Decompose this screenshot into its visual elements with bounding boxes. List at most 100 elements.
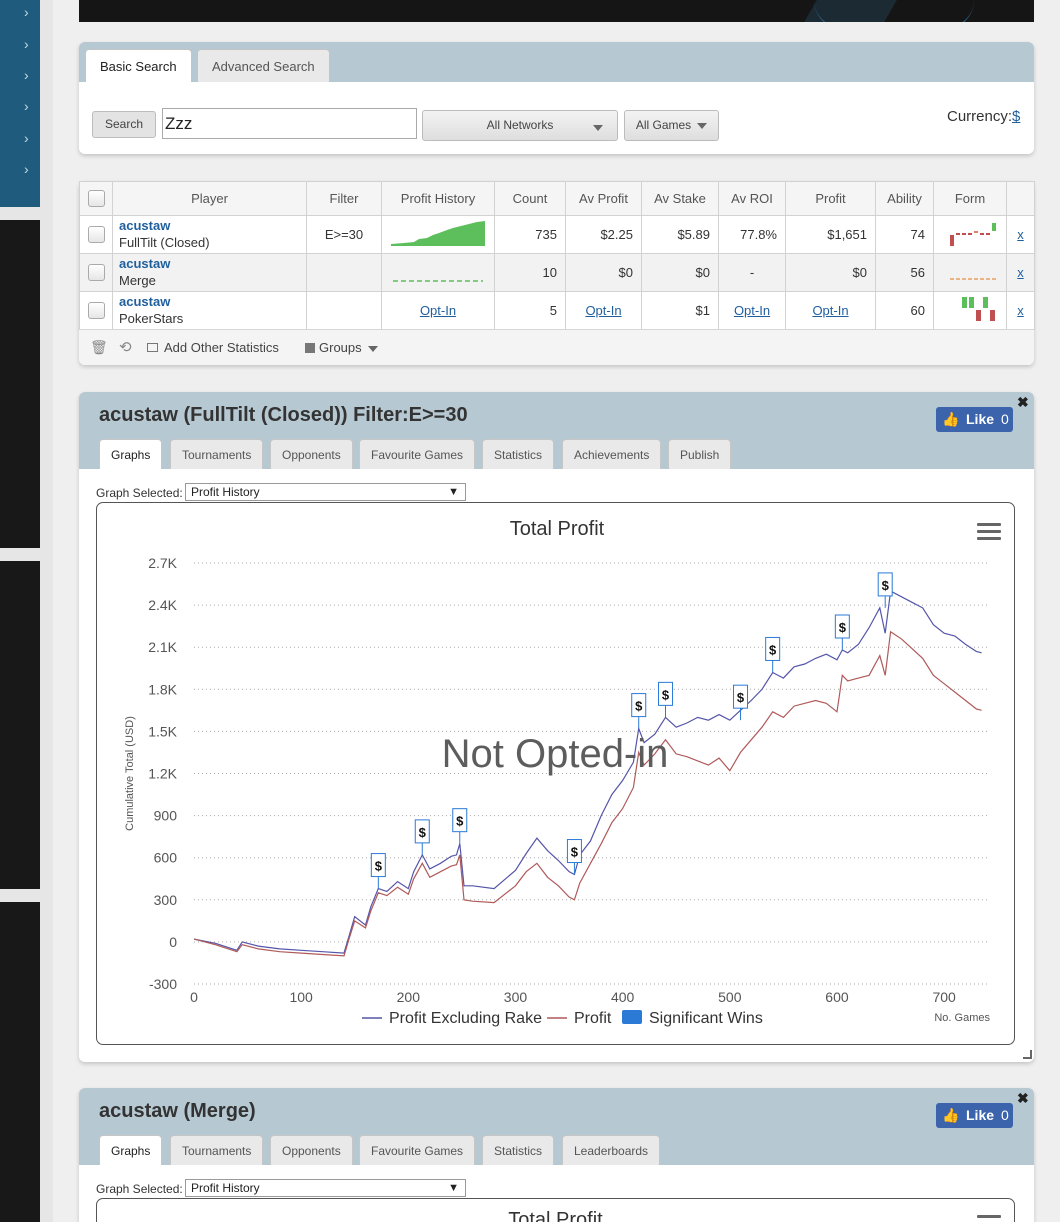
search-input[interactable]: Zzz	[162, 108, 417, 139]
col-av-roi[interactable]: Av ROI	[718, 181, 786, 216]
chevron-right-icon[interactable]: ›	[24, 98, 29, 114]
close-icon[interactable]: ✖	[1017, 1090, 1029, 1107]
av-roi-value: -	[718, 253, 786, 292]
close-icon[interactable]: ✖	[1017, 394, 1029, 411]
remove-row-link[interactable]: x	[1017, 227, 1024, 242]
col-filter[interactable]: Filter	[306, 181, 382, 216]
hamburger-menu-icon[interactable]	[977, 1215, 1001, 1222]
graph-select[interactable]: Profit History ▼	[185, 1179, 466, 1197]
tab-opponents[interactable]: Opponents	[270, 1135, 353, 1165]
col-count[interactable]: Count	[494, 181, 566, 216]
y-tick-label: 300	[154, 892, 178, 908]
chevron-right-icon[interactable]: ›	[24, 4, 29, 20]
tab-statistics[interactable]: Statistics	[482, 439, 555, 469]
opt-in-link[interactable]: Opt-In	[585, 303, 621, 318]
add-other-statistics-button[interactable]: Add Other Statistics	[147, 340, 279, 355]
col-form[interactable]: Form	[933, 181, 1007, 216]
groups-label: Groups	[319, 340, 362, 355]
networks-dropdown[interactable]: All Networks	[422, 110, 618, 141]
side-nav: › › › › › ›	[0, 0, 40, 207]
chevron-right-icon[interactable]: ›	[24, 36, 29, 52]
x-tick-label: 600	[825, 989, 849, 1005]
chevron-right-icon[interactable]: ›	[24, 161, 29, 177]
table-row: acustaw Merge 10 $0 $0 - $0 56 x	[79, 253, 1035, 292]
opt-in-link[interactable]: Opt-In	[420, 303, 456, 318]
tab-favourite-games[interactable]: Favourite Games	[359, 1135, 476, 1165]
tab-graphs[interactable]: Graphs	[99, 439, 163, 469]
tab-publish[interactable]: Publish	[668, 439, 732, 469]
like-label: Like	[966, 411, 995, 427]
currency-link[interactable]: $	[1012, 108, 1020, 125]
row-checkbox[interactable]	[87, 226, 105, 243]
x-tick-label: 400	[611, 989, 635, 1005]
facebook-like-button[interactable]: 👍 Like 0	[936, 1103, 1013, 1128]
profit-value: $1,651	[785, 215, 876, 254]
tab-tournaments[interactable]: Tournaments	[170, 1135, 264, 1165]
filter-value	[306, 253, 382, 292]
col-av-profit[interactable]: Av Profit	[565, 181, 642, 216]
stats-table-panel: Player Filter Profit History Count Av Pr…	[79, 181, 1035, 365]
remove-row-link[interactable]: x	[1017, 303, 1024, 318]
av-profit-value: $2.25	[565, 215, 642, 254]
stats-table: Player Filter Profit History Count Av Pr…	[79, 181, 1035, 330]
row-checkbox[interactable]	[87, 302, 105, 319]
y-tick-label: 2.4K	[148, 597, 177, 613]
remove-row-link[interactable]: x	[1017, 265, 1024, 280]
x-axis-label: No. Games	[934, 1012, 990, 1024]
graph-select[interactable]: Profit History ▼	[185, 483, 466, 501]
side-ad-block	[0, 561, 40, 889]
currency-label: Currency:	[947, 108, 1013, 125]
select-all-checkbox[interactable]	[87, 190, 105, 207]
opt-in-link[interactable]: Opt-In	[812, 303, 848, 318]
win-flag-label: $	[662, 687, 670, 702]
x-tick-label: 700	[932, 989, 956, 1005]
col-profit[interactable]: Profit	[785, 181, 876, 216]
profit-sparkline	[393, 280, 483, 282]
tab-statistics[interactable]: Statistics	[482, 1135, 555, 1165]
tab-opponents[interactable]: Opponents	[270, 439, 353, 469]
filter-value: E>=30	[306, 215, 382, 254]
like-count: 0	[1001, 1107, 1009, 1123]
trash-icon[interactable]: 🗑	[90, 339, 108, 356]
y-tick-label: 0	[169, 934, 177, 950]
chevron-right-icon[interactable]: ›	[24, 130, 29, 146]
tab-basic-search[interactable]: Basic Search	[85, 49, 192, 82]
legend-item: Profit Excluding Rake	[389, 1010, 542, 1027]
x-tick-label: 0	[190, 989, 198, 1005]
row-checkbox[interactable]	[87, 264, 105, 281]
av-stake-value: $0	[641, 253, 719, 292]
chevron-right-icon[interactable]: ›	[24, 67, 29, 83]
col-player[interactable]: Player	[112, 181, 307, 216]
refresh-icon[interactable]: ⟲	[119, 338, 132, 356]
av-roi-value: 77.8%	[718, 215, 786, 254]
tab-leaderboards[interactable]: Leaderboards	[562, 1135, 661, 1165]
tab-graphs[interactable]: Graphs	[99, 1135, 163, 1165]
form-chart	[950, 278, 996, 280]
tab-favourite-games[interactable]: Favourite Games	[359, 439, 476, 469]
games-dropdown[interactable]: All Games	[624, 110, 719, 141]
currency-selector: Currency:$	[947, 108, 1020, 125]
count-value: 5	[494, 291, 566, 330]
facebook-like-button[interactable]: 👍 Like 0	[936, 407, 1013, 432]
search-button[interactable]: Search	[92, 111, 156, 138]
y-axis-label: Cumulative Total (USD)	[124, 716, 136, 831]
col-profit-history[interactable]: Profit History	[381, 181, 495, 216]
tab-tournaments[interactable]: Tournaments	[170, 439, 264, 469]
player-name-link[interactable]: acustaw	[119, 256, 306, 272]
groups-dropdown[interactable]: Groups	[305, 340, 378, 355]
tab-achievements[interactable]: Achievements	[562, 439, 662, 469]
player-name-link[interactable]: acustaw	[119, 218, 306, 234]
tab-advanced-search[interactable]: Advanced Search	[197, 49, 330, 82]
panel-title: acustaw (Merge)	[99, 1100, 256, 1122]
opt-in-link[interactable]: Opt-In	[734, 303, 770, 318]
player-panel: acustaw (Merge) 👍 Like 0 ✖ Graphs Tourna…	[79, 1088, 1034, 1222]
player-name-link[interactable]: acustaw	[119, 294, 306, 310]
graph-select-value: Profit History	[191, 1181, 260, 1195]
col-av-stake[interactable]: Av Stake	[641, 181, 719, 216]
triangle-down-icon: ▼	[448, 1182, 459, 1194]
resize-handle[interactable]	[1023, 1050, 1032, 1059]
ability-value: 56	[875, 253, 934, 292]
y-tick-label: 2.7K	[148, 555, 177, 571]
x-tick-label: 300	[504, 989, 528, 1005]
col-ability[interactable]: Ability	[875, 181, 934, 216]
